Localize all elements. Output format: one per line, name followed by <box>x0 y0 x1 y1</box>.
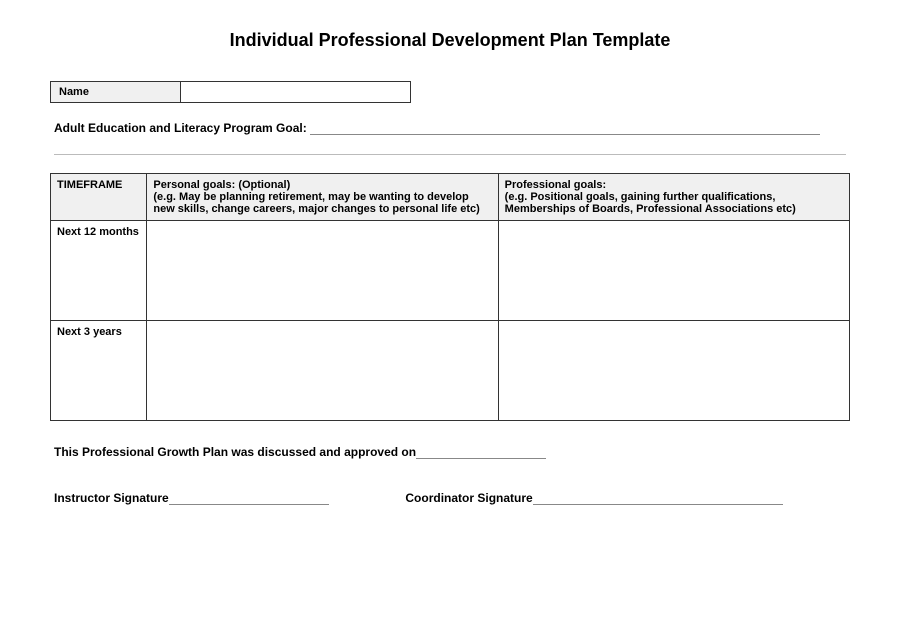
coordinator-signature-block: Coordinator Signature <box>405 491 782 505</box>
table-header-row: TIMEFRAME Personal goals: (Optional) (e.… <box>51 174 850 221</box>
header-personal: Personal goals: (Optional) (e.g. May be … <box>147 174 498 221</box>
coordinator-signature-input[interactable] <box>533 504 783 505</box>
personal-goal-cell[interactable] <box>147 321 498 421</box>
program-goal-label: Adult Education and Literacy Program Goa… <box>54 121 310 135</box>
document-page: Individual Professional Development Plan… <box>0 0 900 545</box>
approval-text: This Professional Growth Plan was discus… <box>54 445 416 459</box>
instructor-signature-input[interactable] <box>169 504 329 505</box>
goals-table: TIMEFRAME Personal goals: (Optional) (e.… <box>50 173 850 421</box>
name-label: Name <box>51 82 181 103</box>
personal-goal-cell[interactable] <box>147 221 498 321</box>
header-timeframe: TIMEFRAME <box>51 174 147 221</box>
approval-line: This Professional Growth Plan was discus… <box>54 445 850 459</box>
program-goal-input[interactable] <box>310 134 820 135</box>
header-personal-title: Personal goals: (Optional) <box>153 179 491 191</box>
page-title: Individual Professional Development Plan… <box>50 30 850 51</box>
name-input-cell[interactable] <box>181 82 411 103</box>
header-personal-sub: (e.g. May be planning retirement, may be… <box>153 191 491 215</box>
approval-date-input[interactable] <box>416 458 546 459</box>
timeframe-cell: Next 3 years <box>51 321 147 421</box>
instructor-signature-block: Instructor Signature <box>54 491 329 505</box>
header-professional: Professional goals: (e.g. Positional goa… <box>498 174 849 221</box>
professional-goal-cell[interactable] <box>498 321 849 421</box>
table-row: Next 12 months <box>51 221 850 321</box>
coordinator-signature-label: Coordinator Signature <box>405 491 532 505</box>
name-table: Name <box>50 81 411 103</box>
header-professional-title: Professional goals: <box>505 179 843 191</box>
header-professional-sub: (e.g. Positional goals, gaining further … <box>505 191 843 215</box>
horizontal-rule <box>54 141 846 155</box>
professional-goal-cell[interactable] <box>498 221 849 321</box>
instructor-signature-label: Instructor Signature <box>54 491 169 505</box>
program-goal-line: Adult Education and Literacy Program Goa… <box>54 121 850 135</box>
timeframe-cell: Next 12 months <box>51 221 147 321</box>
table-row: Next 3 years <box>51 321 850 421</box>
signature-row: Instructor Signature Coordinator Signatu… <box>54 491 850 505</box>
